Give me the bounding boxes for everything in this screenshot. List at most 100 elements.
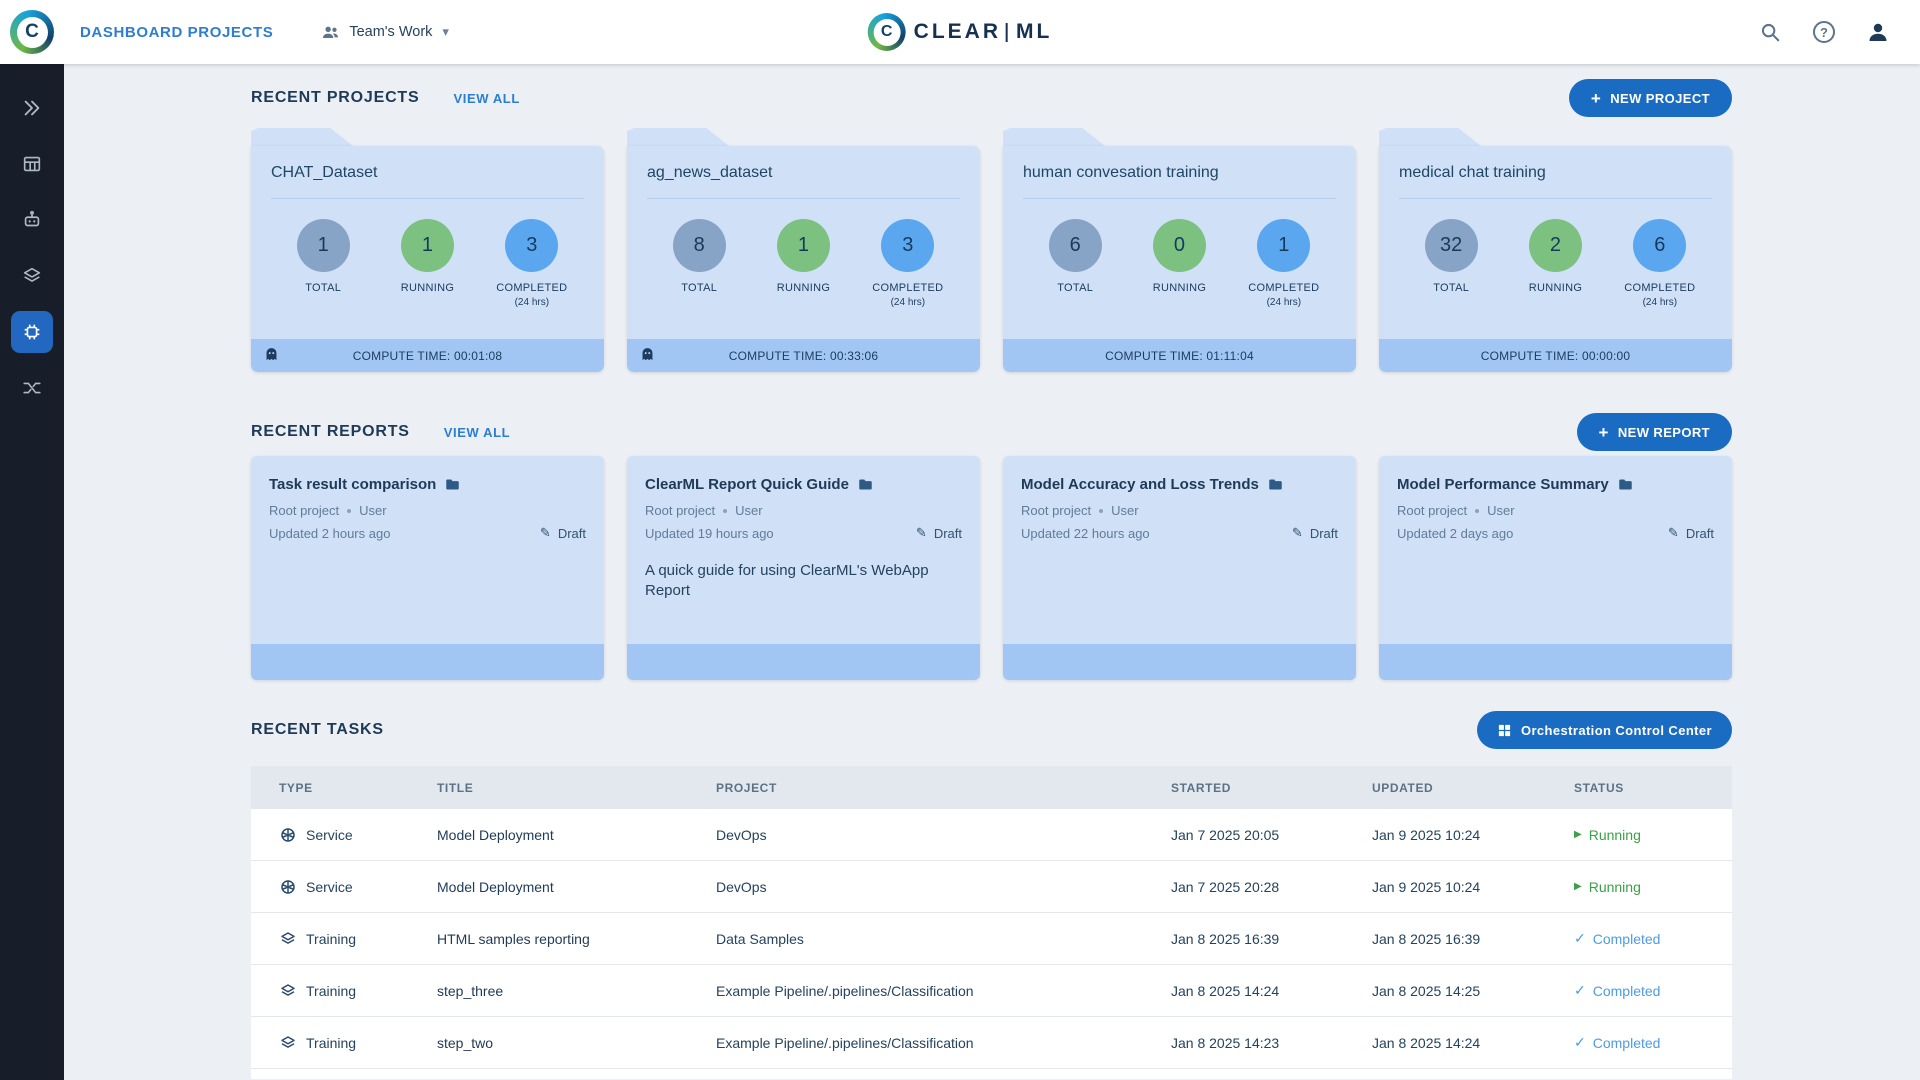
help-icon[interactable]: ? [1812, 20, 1836, 44]
task-type: Training [306, 1034, 357, 1051]
report-author: User [735, 503, 763, 518]
task-title: Model Deployment [437, 878, 554, 895]
report-card[interactable]: Model Accuracy and Loss Trends Root proj… [1003, 456, 1356, 680]
help-question-glyph: ? [1813, 21, 1835, 43]
project-card[interactable]: ag_news_dataset 8 TOTAL 1 RUNNING 3 COMP… [627, 128, 980, 372]
user-avatar[interactable] [1866, 20, 1890, 44]
report-title: Task result comparison [269, 476, 437, 493]
project-card[interactable]: human convesation training 6 TOTAL 0 RUN… [1003, 128, 1356, 372]
sidebar [0, 64, 64, 1080]
reports-section-header: RECENT REPORTS VIEW ALL + NEW REPORT [251, 412, 1732, 452]
task-status: Running [1588, 826, 1641, 843]
report-card[interactable]: Model Performance Summary Root project U… [1379, 456, 1732, 680]
brand-divider [1006, 22, 1009, 42]
folder-tab [1379, 128, 1481, 146]
report-card-footer [251, 644, 604, 680]
report-updated: Updated 2 hours ago [269, 525, 391, 541]
pencil-icon: ✎ [1291, 525, 1303, 540]
clearml-logo-icon[interactable]: C [10, 10, 54, 54]
column-header-status: STATUS [1574, 780, 1624, 795]
table-row[interactable]: Service Model Deployment DevOps Jan 7 20… [251, 809, 1732, 861]
table-row[interactable]: Training step_three Example Pipeline/.pi… [251, 965, 1732, 1017]
new-report-button[interactable]: + NEW REPORT [1576, 413, 1732, 451]
status-badge: ✎ Draft [1292, 525, 1338, 541]
task-title: HTML samples reporting [437, 930, 590, 947]
projects-icon [24, 100, 40, 116]
report-author: User [359, 503, 387, 518]
project-card[interactable]: CHAT_Dataset 1 TOTAL 1 RUNNING 3 COMPLET… [251, 128, 604, 372]
task-project: DevOps [716, 826, 767, 843]
report-card[interactable]: Task result comparison Root project User… [251, 456, 604, 680]
table-row[interactable]: Service Model Deployment DevOps Jan 7 20… [251, 861, 1732, 913]
task-updated: Jan 8 2025 16:39 [1372, 930, 1481, 947]
orchestration-control-center-button[interactable]: Orchestration Control Center [1476, 711, 1732, 749]
task-updated: Jan 8 2025 14:25 [1372, 982, 1481, 999]
total-count: 32 [1424, 219, 1478, 272]
training-icon [281, 1035, 295, 1048]
task-type: Training [306, 930, 357, 947]
status-badge: ▶ Running [1574, 879, 1732, 895]
folder-tab [251, 128, 353, 146]
sidebar-item-hyper-datasets[interactable] [0, 248, 64, 304]
total-label: TOTAL [681, 282, 718, 294]
column-header-started: STARTED [1171, 780, 1231, 795]
sidebar-item-pipelines[interactable] [0, 192, 64, 248]
task-project: Example Pipeline/.pipelines/Classificati… [716, 1034, 974, 1051]
report-card[interactable]: ClearML Report Quick Guide Root project … [627, 456, 980, 680]
projects-view-all-link[interactable]: VIEW ALL [453, 91, 519, 106]
sidebar-item-orchestration[interactable] [0, 360, 64, 416]
projects-section-header: RECENT PROJECTS VIEW ALL + NEW PROJECT [251, 76, 1732, 120]
project-name: ag_news_dataset [647, 164, 773, 181]
grid-icon [1498, 724, 1511, 736]
search-icon[interactable] [1758, 20, 1782, 44]
status-badge: ✎ Draft [540, 525, 586, 541]
total-label: TOTAL [305, 282, 342, 294]
new-report-button-label: NEW REPORT [1617, 424, 1710, 440]
new-project-button[interactable]: + NEW PROJECT [1568, 79, 1732, 117]
table-row[interactable]: Training HTML samples reporting Data Sam… [251, 913, 1732, 965]
completed-count: 3 [505, 219, 559, 272]
sidebar-item-datasets[interactable] [0, 136, 64, 192]
compute-time: COMPUTE TIME: 01:11:04 [1105, 348, 1254, 363]
project-cards-row: CHAT_Dataset 1 TOTAL 1 RUNNING 3 COMPLET… [251, 128, 1732, 372]
compute-time: COMPUTE TIME: 00:33:06 [728, 348, 879, 363]
project-card[interactable]: medical chat training 32 TOTAL 2 RUNNING… [1379, 128, 1732, 372]
projects-section-title: RECENT PROJECTS [251, 89, 420, 106]
running-label: RUNNING [1528, 282, 1583, 294]
completed-count: 3 [881, 219, 935, 272]
report-project: Root project [1397, 503, 1468, 518]
total-label: TOTAL [1057, 282, 1094, 294]
report-status: Draft [933, 525, 962, 541]
running-label: RUNNING [1152, 282, 1207, 294]
table-row[interactable]: Training step_two Example Pipeline/.pipe… [251, 1017, 1732, 1069]
report-project: Root project [269, 503, 340, 518]
reports-view-all-link[interactable]: VIEW ALL [444, 425, 510, 440]
sidebar-selected-highlight [11, 311, 53, 353]
completed-label: COMPLETED [1624, 282, 1696, 294]
task-title: Model Deployment [437, 826, 554, 843]
workflow-icon [23, 382, 41, 394]
compute-time-bar: COMPUTE TIME: 00:01:08 [251, 339, 604, 372]
report-title: Model Performance Summary [1397, 476, 1609, 493]
sidebar-item-projects[interactable] [0, 80, 64, 136]
compute-time-bar: COMPUTE TIME: 00:00:00 [1379, 339, 1732, 372]
report-description: A quick guide for using ClearML's WebApp… [645, 562, 929, 600]
completed-count: 1 [1257, 219, 1311, 272]
datasets-icon [23, 156, 41, 172]
folder-icon [859, 479, 872, 490]
tasks-section-header: RECENT TASKS Orchestration Control Cente… [251, 708, 1732, 752]
folder-tab [627, 128, 729, 146]
workspace-dropdown[interactable]: Team's Work ▾ [321, 23, 449, 42]
completed-label: COMPLETED [872, 282, 944, 294]
sidebar-item-applications[interactable] [0, 304, 64, 360]
divider [1023, 198, 1336, 199]
task-started: Jan 7 2025 20:28 [1171, 878, 1280, 895]
task-updated: Jan 9 2025 10:24 [1372, 878, 1481, 895]
report-title: ClearML Report Quick Guide [645, 476, 849, 493]
pencil-icon: ✎ [1667, 525, 1679, 540]
meta-separator [723, 508, 728, 513]
running-count: 1 [400, 219, 454, 272]
report-project: Root project [1021, 503, 1092, 518]
completed-sublabel: (24 hrs) [514, 297, 550, 308]
column-header-title: TITLE [437, 780, 474, 795]
